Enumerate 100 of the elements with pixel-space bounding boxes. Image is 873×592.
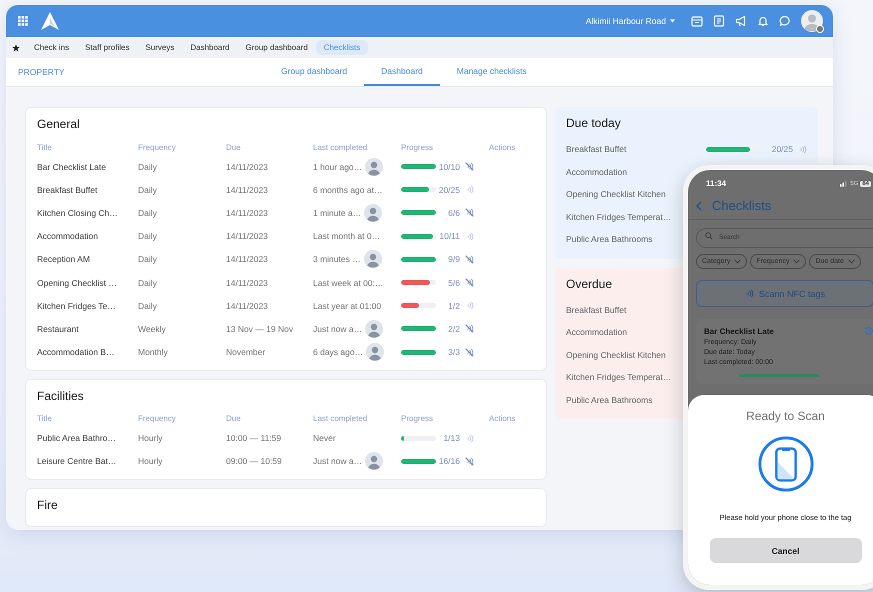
progress-bar — [401, 234, 436, 239]
nav-link[interactable]: Surveys — [137, 40, 182, 55]
table-cell-text: 14/11/2023 — [226, 162, 269, 172]
table-cell-text: November — [226, 347, 266, 358]
column-header: Progress — [401, 142, 434, 152]
location-dropdown[interactable]: Alkimii Harbour Road — [586, 16, 675, 26]
tab[interactable]: Manage checklists — [440, 58, 544, 86]
progress-bar — [401, 303, 436, 308]
table-cell[interactable]: Breakfast Buffet — [37, 184, 138, 195]
bell-icon[interactable] — [757, 15, 769, 27]
column-header: Last completed — [313, 414, 368, 424]
star-icon[interactable] — [12, 44, 20, 52]
column-header: Progress — [401, 414, 434, 424]
card-title: Overdue — [566, 276, 614, 290]
table-cell-text: 14/11/2023 — [226, 254, 269, 264]
table-cell[interactable]: Kitchen Closing Ch… — [37, 208, 138, 218]
section-label: PROPERTY — [17, 66, 66, 79]
table-cell: 3 minutes … — [313, 254, 361, 264]
logo-icon[interactable] — [40, 11, 60, 31]
nfc-icon — [744, 289, 754, 298]
nav-link[interactable]: Checklists — [316, 40, 368, 55]
progress-bar — [706, 146, 761, 152]
nav-link[interactable]: Dashboard — [182, 40, 238, 55]
table-cell-text: Hourly — [138, 433, 164, 444]
document-icon[interactable] — [713, 15, 725, 27]
apps-grid-icon[interactable] — [18, 16, 28, 26]
table-cell-text: 09:00 — 10:59 — [226, 456, 283, 466]
cancel-button[interactable]: Cancel — [710, 538, 862, 563]
caret-icon — [670, 19, 675, 23]
checklist-name[interactable]: Accommodation — [566, 327, 627, 338]
progress-bar — [401, 164, 436, 170]
checklist-name[interactable]: Accommodation — [566, 166, 627, 177]
column-header: Actions — [489, 142, 516, 152]
progress-bar — [401, 210, 436, 216]
progress-bar — [401, 326, 436, 332]
progress-bar — [401, 350, 436, 355]
table-cell-text: Daily — [138, 278, 158, 288]
column-header: Due — [226, 142, 242, 152]
table-cell: Just now a… — [313, 456, 362, 466]
checklist-name[interactable]: Opening Checklist Kitchen — [566, 189, 666, 200]
card-title: General — [37, 117, 81, 131]
nfc-icon[interactable] — [798, 144, 807, 154]
progress-count: 10/11 — [438, 231, 460, 242]
table-cell: Last week at 00:… — [313, 278, 384, 288]
calendar-icon[interactable] — [691, 15, 703, 27]
table-cell-text: Daily — [138, 300, 158, 311]
phone-scan-icon — [756, 435, 814, 493]
nav-link[interactable]: Staff profiles — [77, 40, 138, 55]
column-header: Last completed — [313, 142, 368, 152]
progress-count: 3/3 — [447, 347, 460, 358]
chevron-icon — [793, 259, 800, 264]
table-cell[interactable]: Bar Checklist Late — [37, 162, 138, 172]
checklist-name[interactable]: Breakfast Buffet — [566, 304, 626, 315]
table-cell[interactable]: Restaurant — [37, 324, 138, 334]
progress-count: 9/9 — [447, 254, 460, 264]
table-cell-text: Daily — [138, 208, 158, 218]
table-cell[interactable]: Kitchen Fridges Te… — [37, 300, 138, 311]
progress-count: 6/6 — [447, 208, 460, 218]
chat-icon[interactable] — [779, 15, 791, 27]
screen-title: Checklists — [712, 198, 772, 213]
checklist-name[interactable]: Breakfast Buffet — [566, 144, 626, 154]
column-header: Due — [226, 414, 242, 424]
table-cell[interactable]: Public Area Bathro… — [37, 433, 138, 444]
table-cell-text: 14/11/2023 — [226, 231, 269, 242]
progress-count: 2/2 — [447, 324, 460, 334]
chevron-icon — [848, 259, 855, 264]
table-cell-text: 14/11/2023 — [226, 278, 269, 288]
progress-count: 20/25 — [770, 144, 793, 154]
nav-link[interactable]: Group dashboard — [238, 40, 316, 55]
checklist-name[interactable]: Kitchen Fridges Temperat… — [566, 372, 672, 382]
table-cell-text: Daily — [138, 184, 158, 195]
checklist-name[interactable]: Kitchen Fridges Temperat… — [566, 212, 672, 222]
nav-link[interactable]: Check ins — [26, 40, 78, 55]
tab[interactable]: Group dashboard — [264, 58, 364, 86]
table-cell-text: Daily — [138, 254, 158, 264]
table-cell[interactable]: Opening Checklist … — [37, 278, 138, 288]
table-cell-text: Daily — [138, 162, 158, 172]
table-cell[interactable]: Accommodation B… — [37, 347, 138, 358]
user-avatar[interactable] — [801, 10, 823, 32]
sheet-title: Ready to Scan — [746, 409, 825, 423]
checklist-name[interactable]: Public Area Bathrooms — [566, 234, 652, 244]
checklist-name[interactable]: Public Area Bathrooms — [566, 394, 652, 405]
progress-count: 16/16 — [438, 456, 460, 466]
column-header: Frequency — [138, 414, 177, 424]
table-cell[interactable]: Leisure Centre Bat… — [37, 456, 138, 466]
table-cell[interactable]: Reception AM — [37, 254, 138, 264]
table-cell-text: 13 Nov — 19 Nov — [226, 324, 294, 334]
card-title: Fire — [37, 498, 59, 512]
megaphone-icon[interactable] — [735, 15, 747, 27]
tab[interactable]: Dashboard — [364, 58, 440, 86]
table-cell: 6 months ago at… — [313, 184, 382, 195]
progress-bar — [401, 280, 436, 286]
progress-bar — [401, 187, 436, 192]
table-cell[interactable]: Accommodation — [37, 231, 138, 242]
column-header: Title — [37, 414, 53, 424]
card-title: Facilities — [37, 388, 85, 403]
table-cell-text: Hourly — [138, 456, 164, 466]
table-cell: 1 minute a… — [313, 208, 362, 218]
checklist-name[interactable]: Opening Checklist Kitchen — [566, 350, 666, 360]
table-cell-text: 14/11/2023 — [226, 208, 269, 218]
